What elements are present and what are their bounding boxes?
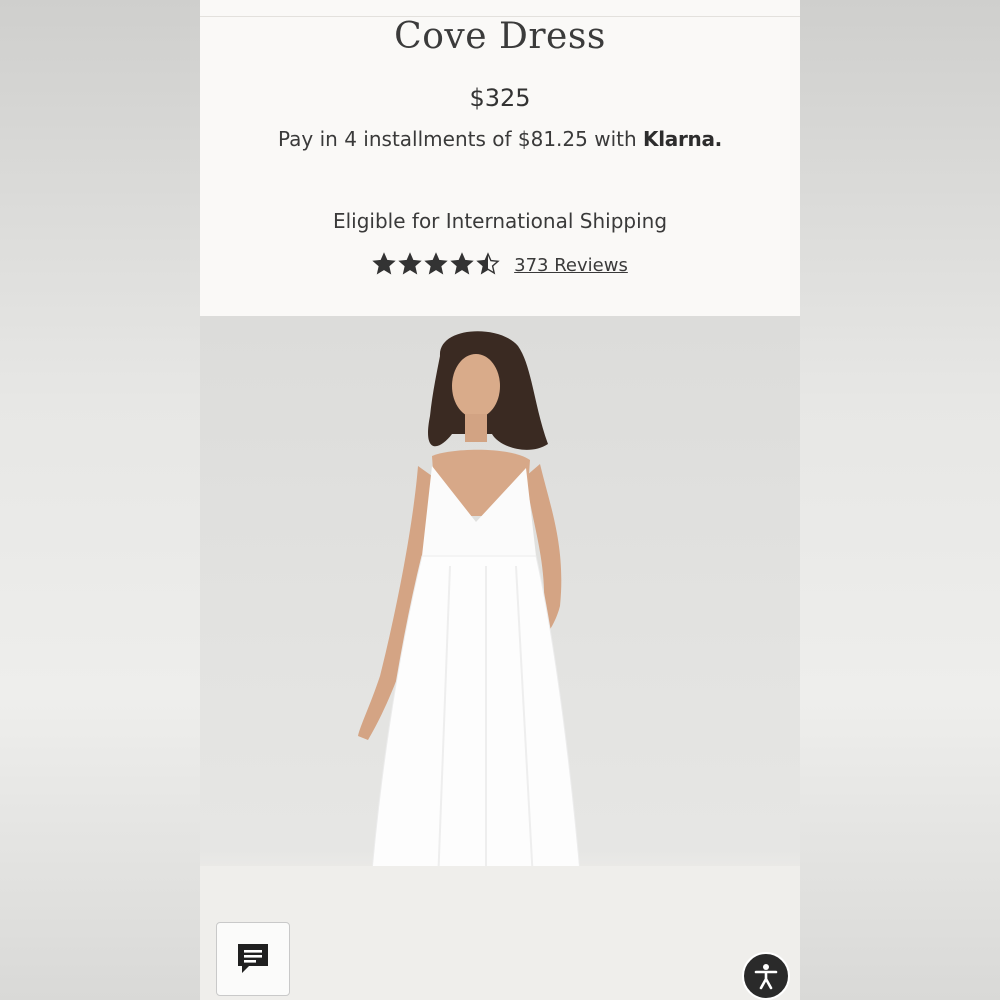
star-icon xyxy=(476,252,500,275)
chat-button[interactable] xyxy=(216,922,290,996)
installments-label: Pay in 4 installments of $81.25 with xyxy=(278,127,644,151)
product-price: $325 xyxy=(469,84,531,112)
accessibility-button[interactable] xyxy=(742,952,790,1000)
star-icon xyxy=(424,252,448,275)
klarna-logo: Klarna. xyxy=(643,127,722,151)
product-title: Cove Dress xyxy=(394,16,606,57)
shipping-text: Eligible for International Shipping xyxy=(332,209,668,233)
rating-row: 373 Reviews xyxy=(200,252,800,276)
installments-text: Pay in 4 installments of $81.25 with Kla… xyxy=(200,127,800,151)
right-blurred-margin xyxy=(800,0,1000,1000)
accessibility-icon xyxy=(754,964,778,990)
reviews-link[interactable]: 373 Reviews xyxy=(514,255,628,276)
star-icon xyxy=(372,252,396,275)
left-blurred-margin xyxy=(0,0,200,1000)
star-icon xyxy=(398,252,422,275)
floor xyxy=(200,866,800,1000)
star-icon xyxy=(450,252,474,275)
product-page: Cove Dress $325 Pay in 4 installments of… xyxy=(200,0,800,1000)
product-image[interactable] xyxy=(200,316,800,1000)
product-info: Cove Dress $325 Pay in 4 installments of… xyxy=(200,0,800,316)
chat-bubble-icon xyxy=(238,944,268,973)
star-rating xyxy=(372,252,500,276)
